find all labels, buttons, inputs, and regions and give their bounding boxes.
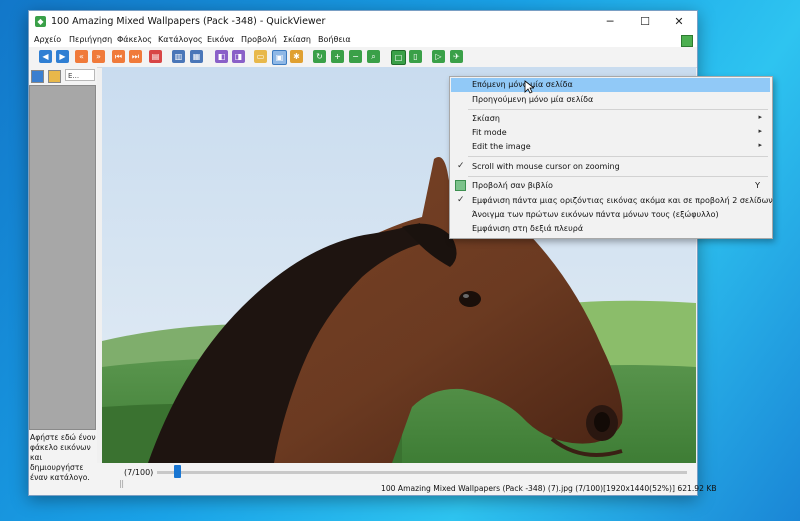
menu-navigate[interactable]: Περιήγηση [69, 35, 112, 44]
folder-tree-panel[interactable] [29, 85, 96, 430]
sidebar: E... Αφήστε εδώ ένον φάκελο εικόνων και … [29, 67, 97, 495]
save-page-icon[interactable]: ▦ [190, 50, 203, 63]
menu-item-open-first-alone[interactable]: Άνοιγμα των πρώτων εικόνων πάντα μόνων τ… [451, 208, 770, 222]
sort-combo[interactable]: E... [65, 69, 95, 81]
menu-item-previous-single-page[interactable]: Προηγούμενη μόνο μία σελίδα [451, 93, 770, 107]
menu-item-edit-image[interactable]: Edit the image ▸ [451, 140, 770, 154]
spread-left-icon[interactable]: ◧ [215, 50, 228, 63]
menu-item-label: Edit the image [472, 142, 531, 151]
menu-item-book-view[interactable]: Προβολή σαν βιβλίο Y [451, 179, 770, 193]
menu-shading[interactable]: Σκίαση [283, 35, 311, 44]
next-volume-icon[interactable]: » [92, 50, 105, 63]
bottom-bar: (7/100) ⣿ 100 Amazing Mixed Wallpapers (… [97, 463, 717, 495]
menu-help[interactable]: Βοήθεια [318, 35, 351, 44]
submenu-arrow-icon: ▸ [758, 127, 762, 135]
previous-volume-icon[interactable]: « [75, 50, 88, 63]
menu-item-shortcut: Y [755, 181, 760, 190]
spread-right-icon[interactable]: ◨ [232, 50, 245, 63]
grid-view-icon[interactable] [31, 70, 44, 83]
checkmark-icon: ✓ [457, 195, 465, 205]
menu-item-label: Προβολή σαν βιβλίο [472, 181, 553, 190]
open-folder-icon[interactable]: ▭ [254, 50, 267, 63]
close-button[interactable]: ✕ [661, 11, 697, 33]
menu-separator [468, 109, 768, 110]
menu-item-label: Εμφάνιση πάντα μιας οριζόντιας εικόνας α… [472, 196, 773, 205]
pin-icon[interactable]: ✈ [450, 50, 463, 63]
page-slider-track[interactable] [157, 471, 687, 474]
menu-item-label: Fit mode [472, 128, 507, 137]
menu-item-fit-mode[interactable]: Fit mode ▸ [451, 126, 770, 140]
submenu-arrow-icon: ▸ [758, 113, 762, 121]
submenu-arrow-icon: ▸ [758, 141, 762, 149]
menu-file[interactable]: Αρχείο [34, 35, 61, 44]
slideshow-icon[interactable]: ▷ [432, 50, 445, 63]
zoom-out-icon[interactable]: − [349, 50, 362, 63]
menu-item-next-single-page[interactable]: Επόμενη μόνο μία σελίδα [451, 78, 770, 92]
menu-item-shading[interactable]: Σκίαση ▸ [451, 112, 770, 126]
title-bar[interactable]: ◆ 100 Amazing Mixed Wallpapers (Pack -34… [29, 11, 697, 33]
menu-image[interactable]: Εικόνα [207, 35, 234, 44]
first-page-icon[interactable]: ⏮ [112, 50, 125, 63]
dual-view-icon[interactable]: ▣ [272, 50, 287, 65]
single-view-icon[interactable]: □ [391, 50, 406, 65]
resize-grip-icon[interactable]: ⣿ [119, 480, 124, 488]
sidebar-hint-text: Αφήστε εδώ ένον φάκελο εικόνων και δημιο… [30, 433, 96, 482]
menu-item-always-show-landscape[interactable]: ✓ Εμφάνιση πάντα μιας οριζόντιας εικόνας… [451, 194, 773, 208]
menu-item-label: Εμφάνιση στη δεξιά πλευρά [472, 224, 584, 233]
toolbar: ◀ ▶ « » ⏮ ⏭ ▤ ▥ ▦ ◧ ◨ ▭ ▣ ✱ ↻ + − ⌕ □ ▯ … [29, 47, 697, 68]
last-page-icon[interactable]: ⏭ [129, 50, 142, 63]
settings-icon[interactable]: ✱ [290, 50, 303, 63]
menu-item-label: Σκίαση [472, 114, 500, 123]
two-page-view-icon[interactable]: ▯ [409, 50, 422, 63]
context-menu: Επόμενη μόνο μία σελίδα Προηγούμενη μόνο… [449, 76, 773, 239]
page-counter: (7/100) [124, 468, 154, 477]
checkmark-icon: ✓ [457, 161, 465, 171]
rotate-icon[interactable]: ↻ [313, 50, 326, 63]
folder-tree-icon[interactable] [48, 70, 61, 83]
menu-view[interactable]: Προβολή [241, 35, 277, 44]
menu-folder[interactable]: Φάκελος [117, 35, 152, 44]
book-view-icon [455, 180, 466, 191]
zoom-fit-icon[interactable]: ⌕ [367, 50, 380, 63]
menu-item-label: Scroll with mouse cursor on zooming [472, 162, 620, 171]
menu-bar: Αρχείο Περιήγηση Φάκελος Κατάλογος Εικόν… [29, 33, 697, 47]
fullscreen-toggle-icon[interactable] [681, 35, 693, 47]
menu-item-show-right-side[interactable]: Εμφάνιση στη δεξιά πλευρά [451, 222, 770, 236]
previous-page-icon[interactable]: ◀ [39, 50, 52, 63]
page-slider-thumb[interactable] [174, 465, 181, 478]
catalog-icon[interactable]: ▥ [172, 50, 185, 63]
mouse-cursor-icon [524, 80, 534, 94]
window-title: 100 Amazing Mixed Wallpapers (Pack -348)… [51, 16, 326, 27]
minimize-button[interactable]: ─ [592, 11, 628, 33]
next-page-icon[interactable]: ▶ [56, 50, 69, 63]
menu-catalog[interactable]: Κατάλογος [158, 35, 203, 44]
menu-separator [468, 156, 768, 157]
menu-item-label: Επόμενη μόνο μία σελίδα [472, 80, 573, 89]
menu-item-scroll-with-cursor[interactable]: ✓ Scroll with mouse cursor on zooming [451, 160, 770, 174]
delete-icon[interactable]: ▤ [149, 50, 162, 63]
menu-item-label: Άνοιγμα των πρώτων εικόνων πάντα μόνων τ… [472, 210, 719, 219]
maximize-button[interactable]: ☐ [627, 11, 663, 33]
quickviewer-app-icon: ◆ [35, 16, 46, 27]
menu-item-label: Προηγούμενη μόνο μία σελίδα [472, 95, 594, 104]
menu-separator [468, 176, 768, 177]
status-text: 100 Amazing Mixed Wallpapers (Pack -348)… [381, 484, 717, 493]
zoom-in-icon[interactable]: + [331, 50, 344, 63]
